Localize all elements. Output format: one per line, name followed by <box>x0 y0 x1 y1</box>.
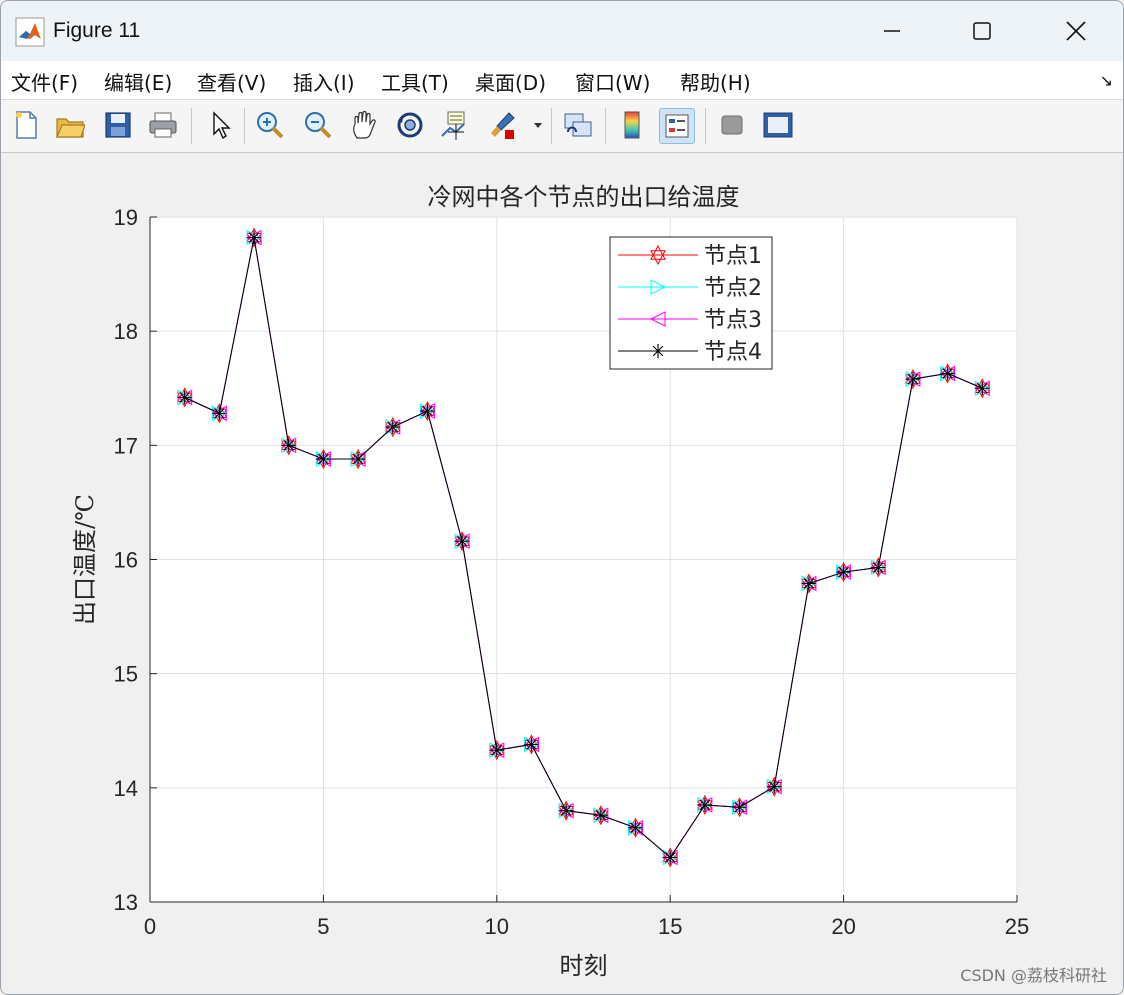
menu-edit[interactable]: 编辑(E) <box>104 67 172 96</box>
brush-icon[interactable] <box>485 108 519 142</box>
data-point-s4 <box>247 230 262 245</box>
show-plot-tools-icon[interactable] <box>761 108 795 142</box>
toolbar-separator <box>191 108 192 144</box>
print-icon[interactable] <box>146 108 180 142</box>
line-chart: 0 5 10 15 20 25 13 14 15 16 17 18 19 冷网中各个节点的出口给温度时刻 出… <box>71 183 1029 980</box>
matlab-logo-icon <box>15 17 45 47</box>
x-tick-label: 0 <box>144 914 156 939</box>
maximize-icon <box>973 22 991 40</box>
menu-desktop[interactable]: 桌面(D) <box>475 67 546 96</box>
menu-bar: 文件(F) 编辑(E) 查看(V) 插入(I) 工具(T) 桌面(D) 窗口(W… <box>1 61 1123 100</box>
x-axis-label: 时刻 <box>560 952 608 980</box>
legend-marker-4 <box>651 344 665 358</box>
close-button[interactable] <box>1053 13 1099 49</box>
data-point-s4 <box>316 452 331 467</box>
pan-icon[interactable] <box>347 108 381 142</box>
hide-plot-tools-icon[interactable] <box>715 108 749 142</box>
x-tick-label: 25 <box>1005 914 1029 939</box>
rotate-3d-icon[interactable] <box>393 108 427 142</box>
legend-label-3: 节点3 <box>704 308 762 333</box>
close-icon <box>1066 21 1086 41</box>
data-cursor-icon[interactable] <box>438 108 472 142</box>
x-tick-label: 20 <box>831 914 855 939</box>
menu-tools[interactable]: 工具(T) <box>381 67 449 96</box>
minimize-button[interactable] <box>869 13 915 49</box>
window-title: Figure 11 <box>53 19 141 42</box>
data-point-s4 <box>385 420 400 435</box>
x-tick-label: 5 <box>317 914 329 939</box>
y-tick-label: 14 <box>114 776 138 801</box>
maximize-button[interactable] <box>959 13 1005 49</box>
new-figure-icon[interactable] <box>9 108 43 142</box>
legend-label-2: 节点2 <box>704 276 762 301</box>
y-tick-label: 19 <box>114 205 138 230</box>
menu-file[interactable]: 文件(F) <box>11 67 78 96</box>
legend-icon[interactable] <box>659 108 695 144</box>
y-axis-label: 出口温度/℃ <box>71 494 99 625</box>
y-tick-label: 17 <box>114 433 138 458</box>
data-point-s4 <box>177 390 192 405</box>
x-tick-label: 15 <box>658 914 682 939</box>
open-file-icon[interactable] <box>53 108 87 142</box>
data-point-s4 <box>212 406 227 421</box>
chart-title: 冷网中各个节点的出口给温度 <box>428 183 740 211</box>
figure-canvas: 0 5 10 15 20 25 13 14 15 16 17 18 19 冷网中各个节点的出口给温度 时刻 出… <box>1 153 1123 994</box>
x-tick-label: 10 <box>485 914 509 939</box>
toolbar-separator <box>244 108 245 144</box>
legend-label-4: 节点4 <box>704 340 762 365</box>
toolbar-separator <box>605 108 606 144</box>
menu-view[interactable]: 查看(V) <box>197 67 266 96</box>
link-plot-icon[interactable] <box>561 108 595 142</box>
y-tick-label: 15 <box>114 662 138 687</box>
watermark-text: CSDN @荔枝科研社 <box>960 966 1107 985</box>
y-tick-label: 18 <box>114 319 138 344</box>
dock-arrow-icon[interactable]: ↘ <box>1100 71 1113 90</box>
title-bar: Figure 11 <box>1 1 1123 61</box>
minimize-icon <box>884 30 900 32</box>
pointer-icon[interactable] <box>203 108 237 142</box>
data-point-s4 <box>351 452 366 467</box>
toolbar-separator <box>705 108 706 144</box>
menu-window[interactable]: 窗口(W) <box>575 67 650 96</box>
menu-help[interactable]: 帮助(H) <box>680 67 751 96</box>
toolbar-separator <box>551 108 552 144</box>
data-point-s4 <box>281 438 296 453</box>
zoom-in-icon[interactable] <box>253 108 287 142</box>
toolbar <box>1 100 1123 153</box>
zoom-out-icon[interactable] <box>301 108 335 142</box>
save-icon[interactable] <box>101 108 135 142</box>
y-tick-label: 16 <box>114 548 138 573</box>
figure-window: Figure 11 文件(F) 编辑(E) 查看(V) 插入(I) 工具(T) … <box>0 0 1124 995</box>
menu-insert[interactable]: 插入(I) <box>293 67 355 96</box>
y-tick-label: 13 <box>114 890 138 915</box>
colorbar-icon[interactable] <box>615 108 649 142</box>
legend-label-1: 节点1 <box>704 244 762 269</box>
brush-dropdown-icon[interactable] <box>529 108 547 142</box>
